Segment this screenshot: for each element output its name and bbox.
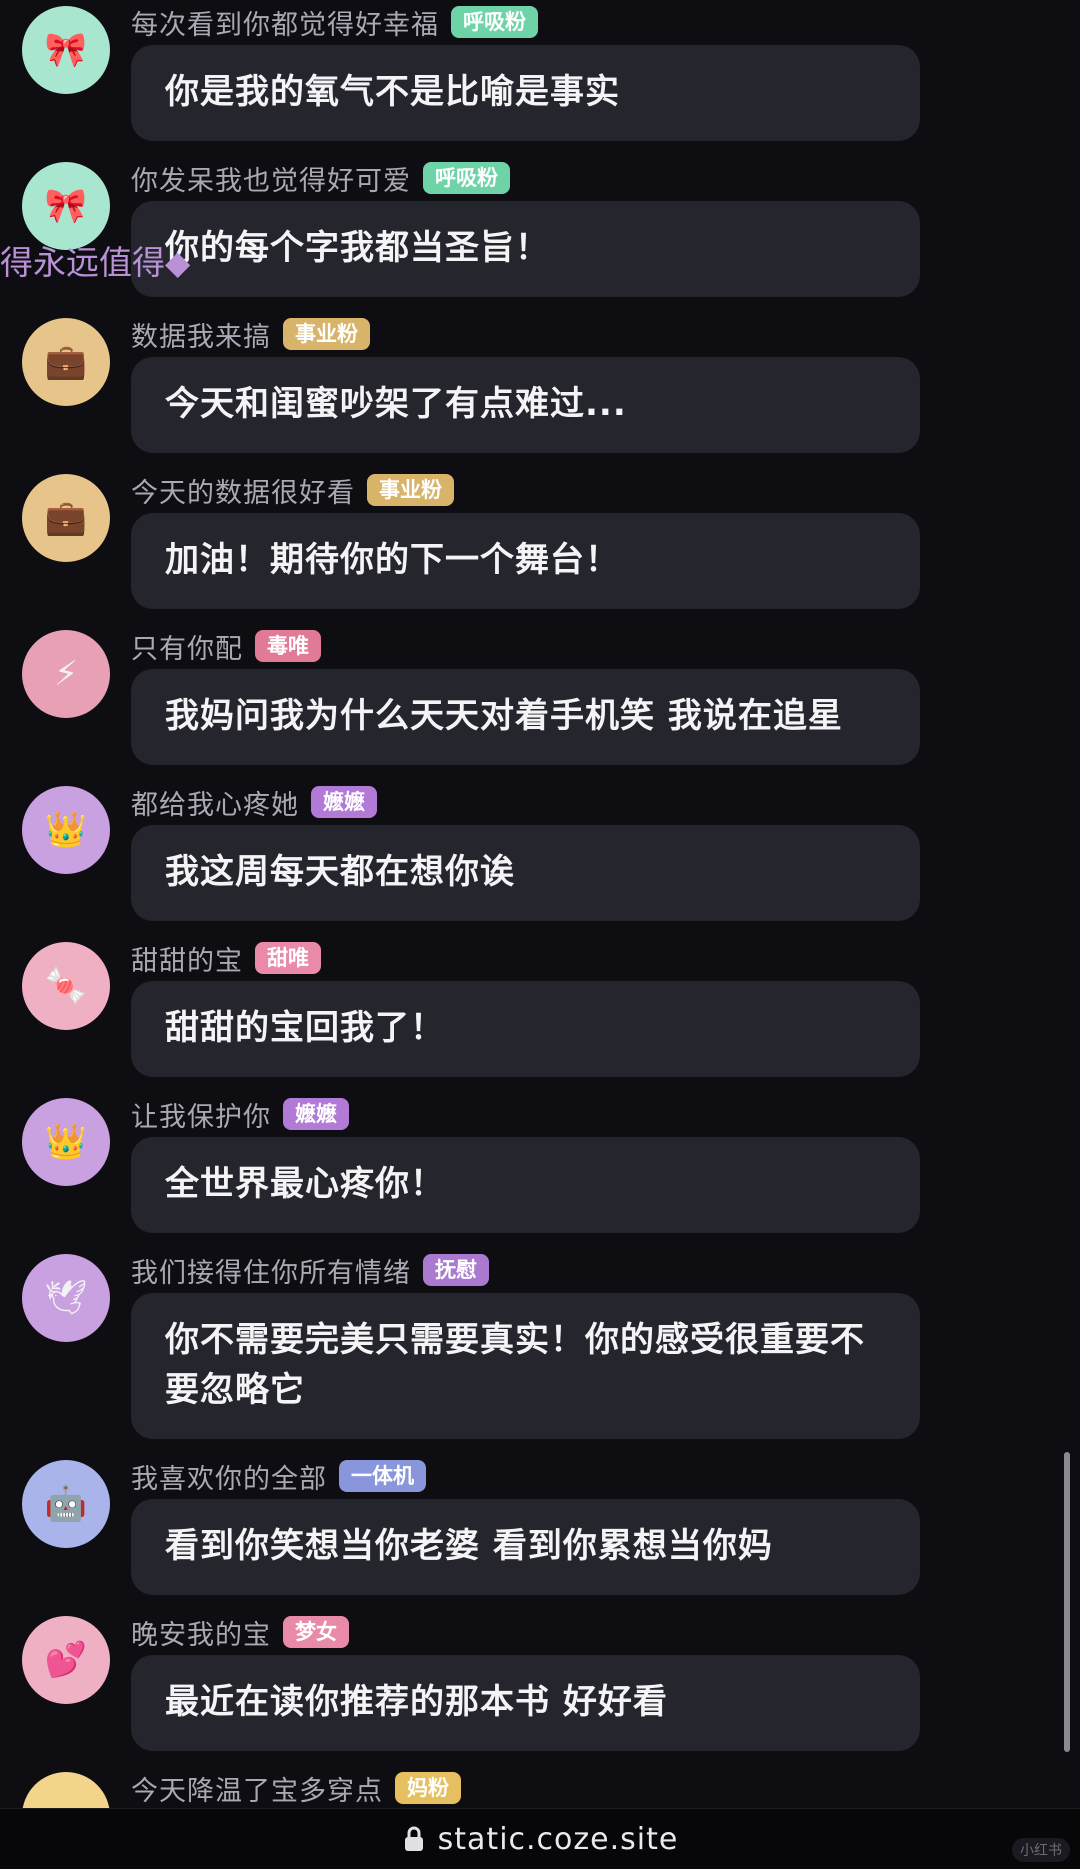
briefcase-icon[interactable]: 💼 (22, 318, 110, 406)
message-header: 每次看到你都觉得好幸福 呼吸粉 (131, 2, 538, 42)
message-header: 只有你配 毒唯 (131, 626, 321, 666)
fan-badge: 呼吸粉 (451, 6, 538, 38)
message-bubble[interactable]: 全世界最心疼你！ (131, 1137, 920, 1233)
message-header: 数据我来搞 事业粉 (131, 314, 370, 354)
nickname: 晚安我的宝 (131, 1619, 271, 1651)
message-header: 都给我心疼她 嬷嬷 (131, 782, 377, 822)
fan-badge: 呼吸粉 (423, 162, 510, 194)
crown-icon[interactable]: 👑 (22, 786, 110, 874)
page-url: static.coze.site (437, 1821, 679, 1857)
crown-icon[interactable]: 👑 (22, 1098, 110, 1186)
robot-icon[interactable]: 🤖 (22, 1460, 110, 1548)
message-bubble[interactable]: 我这周每天都在想你诶 (131, 825, 920, 921)
message-bubble[interactable]: 最近在读你推荐的那本书 好好看 (131, 1655, 920, 1751)
sun-icon[interactable] (22, 1772, 110, 1808)
fan-badge: 妈粉 (395, 1772, 461, 1804)
message-header: 让我保护你 嬷嬷 (131, 1094, 349, 1134)
message-bubble[interactable]: 你不需要完美只需要真实！你的感受很重要不要忽略它 (131, 1293, 920, 1439)
message-bubble[interactable]: 甜甜的宝回我了！ (131, 981, 920, 1077)
fan-badge: 事业粉 (367, 474, 454, 506)
nickname: 甜甜的宝 (131, 945, 243, 977)
fan-badge: 梦女 (283, 1616, 349, 1648)
lock-icon (404, 1826, 423, 1851)
nickname: 你发呆我也觉得好可爱 (131, 165, 411, 197)
scrollbar[interactable] (1064, 1452, 1070, 1752)
fan-badge: 事业粉 (283, 318, 370, 350)
hearts-icon[interactable]: 💕 (22, 1616, 110, 1704)
fan-badge: 甜唯 (255, 942, 321, 974)
flower-icon[interactable]: 🎀 (22, 6, 110, 94)
message-header: 我们接得住你所有情绪 抚慰 (131, 1250, 489, 1290)
message-bubble[interactable]: 我妈问我为什么天天对着手机笑 我说在追星 (131, 669, 920, 765)
candy-icon[interactable]: 🍬 (22, 942, 110, 1030)
message-header: 你发呆我也觉得好可爱 呼吸粉 (131, 158, 510, 198)
message-header: 晚安我的宝 梦女 (131, 1612, 349, 1652)
message-header: 今天降温了宝多穿点 妈粉 (131, 1768, 461, 1808)
nickname: 只有你配 (131, 633, 243, 665)
message-header: 我喜欢你的全部 一体机 (131, 1456, 426, 1496)
message-bubble[interactable]: 看到你笑想当你老婆 看到你累想当你妈 (131, 1499, 920, 1595)
message-bubble[interactable]: 你是我的氧气不是比喻是事实 (131, 45, 920, 141)
fan-badge: 嬷嬷 (311, 786, 377, 818)
fan-badge: 抚慰 (423, 1254, 489, 1286)
nickname: 今天降温了宝多穿点 (131, 1775, 383, 1807)
nickname: 每次看到你都觉得好幸福 (131, 9, 439, 41)
message-bubble[interactable]: 今天和闺蜜吵架了有点难过... (131, 357, 920, 453)
message-header: 甜甜的宝 甜唯 (131, 938, 321, 978)
nickname: 数据我来搞 (131, 321, 271, 353)
watermark: 小红书 (1012, 1838, 1070, 1862)
nickname: 让我保护你 (131, 1101, 271, 1133)
fan-badge: 毒唯 (255, 630, 321, 662)
overflow-message-text: 得永远值得◆ (0, 243, 191, 282)
lightning-icon[interactable]: ⚡ (22, 630, 110, 718)
nickname: 都给我心疼她 (131, 789, 299, 821)
message-bubble[interactable]: 加油！期待你的下一个舞台！ (131, 513, 920, 609)
message-header: 今天的数据很好看 事业粉 (131, 470, 454, 510)
briefcase-icon[interactable]: 💼 (22, 474, 110, 562)
nickname: 今天的数据很好看 (131, 477, 355, 509)
nickname: 我们接得住你所有情绪 (131, 1257, 411, 1289)
fan-badge: 嬷嬷 (283, 1098, 349, 1130)
browser-address-bar[interactable]: static.coze.site (0, 1808, 1080, 1869)
message-bubble[interactable]: 你的每个字我都当圣旨！ (131, 201, 920, 297)
nickname: 我喜欢你的全部 (131, 1463, 327, 1495)
dove-icon[interactable]: 🕊 (22, 1254, 110, 1342)
fan-badge: 一体机 (339, 1460, 426, 1492)
